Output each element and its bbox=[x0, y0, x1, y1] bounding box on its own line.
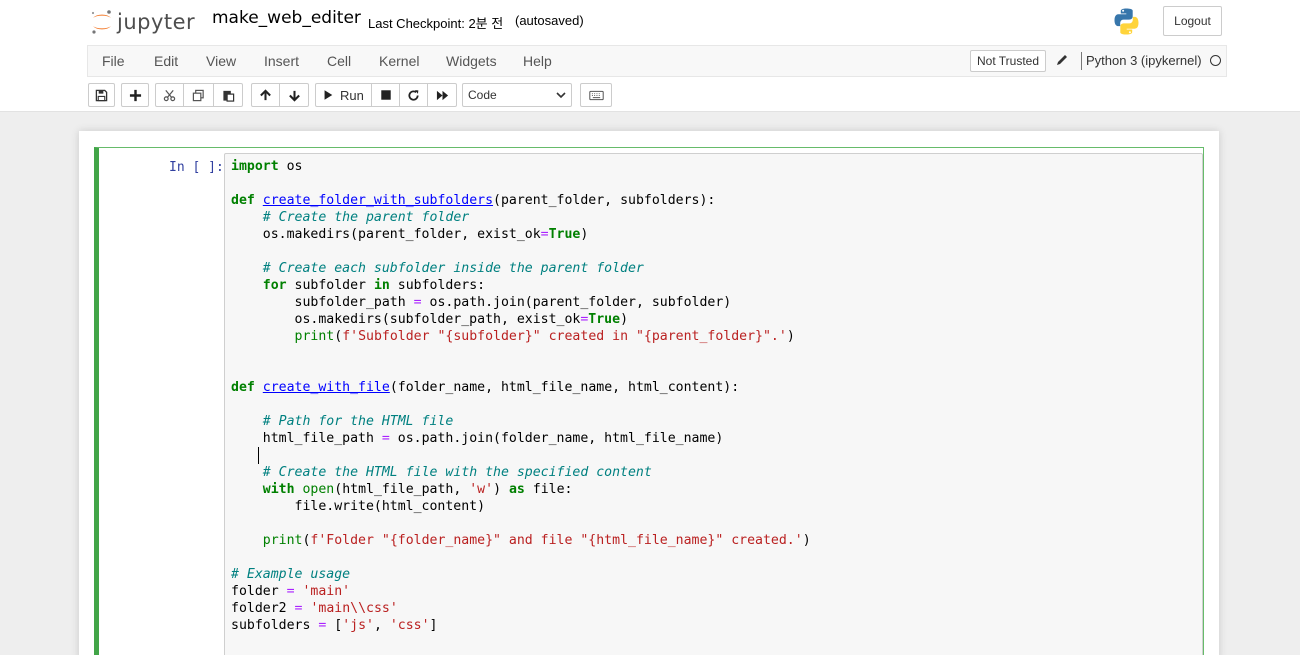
arrow-down-icon bbox=[288, 90, 300, 102]
menu-help[interactable]: Help bbox=[523, 53, 552, 69]
code-line[interactable]: with open(html_file_path, 'w') as file: bbox=[231, 481, 811, 498]
code-line[interactable] bbox=[231, 515, 811, 532]
cut-button[interactable] bbox=[155, 83, 184, 107]
menu-cell[interactable]: Cell bbox=[327, 53, 351, 69]
interrupt-button[interactable] bbox=[371, 83, 400, 107]
cell-type-value: Code bbox=[468, 88, 497, 102]
move-up-button[interactable] bbox=[251, 83, 280, 107]
add-cell-button[interactable] bbox=[121, 83, 149, 107]
code-line[interactable]: subfolders = ['js', 'css'] bbox=[231, 617, 811, 634]
notebook-name[interactable]: make_web_editer bbox=[212, 8, 361, 28]
menu-insert[interactable]: Insert bbox=[264, 53, 299, 69]
code-line[interactable]: os.makedirs(parent_folder, exist_ok=True… bbox=[231, 226, 811, 243]
code-line[interactable]: subfolder_path = os.path.join(parent_fol… bbox=[231, 294, 811, 311]
menu-file[interactable]: File bbox=[102, 53, 125, 69]
chevron-down-icon bbox=[556, 92, 566, 99]
input-prompt: In [ ]: bbox=[169, 160, 224, 175]
code-line[interactable] bbox=[231, 345, 811, 362]
paste-icon bbox=[222, 90, 234, 102]
code-line[interactable]: def create_folder_with_subfolders(parent… bbox=[231, 192, 811, 209]
cut-icon bbox=[163, 89, 176, 101]
menu-edit[interactable]: Edit bbox=[154, 53, 178, 69]
logout-button[interactable]: Logout bbox=[1163, 6, 1222, 36]
copy-icon bbox=[192, 89, 204, 101]
code-line[interactable]: print(f'Subfolder "{subfolder}" created … bbox=[231, 328, 811, 345]
restart-icon bbox=[408, 89, 419, 101]
code-line[interactable] bbox=[231, 175, 811, 192]
restart-button[interactable] bbox=[399, 83, 428, 107]
code-line[interactable] bbox=[231, 447, 811, 464]
menu-view[interactable]: View bbox=[206, 53, 236, 69]
code-line[interactable]: import os bbox=[231, 158, 811, 175]
code-line[interactable]: folder = 'main' bbox=[231, 583, 811, 600]
keyboard-icon bbox=[588, 90, 604, 100]
code-line[interactable] bbox=[231, 396, 811, 413]
arrow-up-icon bbox=[260, 88, 271, 100]
code-line[interactable] bbox=[231, 549, 811, 566]
code-line[interactable] bbox=[231, 362, 811, 379]
code-line[interactable]: html_file_path = os.path.join(folder_nam… bbox=[231, 430, 811, 447]
kernel-divider bbox=[1081, 52, 1082, 70]
stop-icon bbox=[380, 90, 391, 100]
python-logo-icon bbox=[1114, 8, 1139, 35]
copy-button[interactable] bbox=[183, 83, 214, 107]
header: jupyter make_web_editer Last Checkpoint:… bbox=[0, 0, 1300, 112]
jupyter-logo[interactable]: jupyter bbox=[90, 6, 195, 38]
code-cell[interactable]: In [ ]: import os def create_folder_with… bbox=[94, 147, 1204, 655]
run-label: Run bbox=[340, 87, 364, 103]
plus-icon bbox=[129, 89, 141, 101]
kernel-name[interactable]: Python 3 (ipykernel) bbox=[1086, 53, 1202, 68]
code-line[interactable]: # Create the HTML file with the specifie… bbox=[231, 464, 811, 481]
save-icon bbox=[95, 89, 108, 101]
kernel-idle-icon bbox=[1210, 55, 1221, 66]
run-icon bbox=[324, 90, 333, 100]
code-line[interactable]: # Create each subfolder inside the paren… bbox=[231, 260, 811, 277]
menu-widgets[interactable]: Widgets bbox=[446, 53, 497, 69]
code-line[interactable]: # Example usage bbox=[231, 566, 811, 583]
code-content[interactable]: import os def create_folder_with_subfold… bbox=[231, 158, 811, 634]
code-line[interactable]: os.makedirs(subfolder_path, exist_ok=Tru… bbox=[231, 311, 811, 328]
code-line[interactable]: def create_with_file(folder_name, html_f… bbox=[231, 379, 811, 396]
code-line[interactable]: # Path for the HTML file bbox=[231, 413, 811, 430]
save-button[interactable] bbox=[88, 83, 115, 107]
menu-kernel[interactable]: Kernel bbox=[379, 53, 419, 69]
command-palette-button[interactable] bbox=[580, 83, 612, 107]
paste-button[interactable] bbox=[213, 83, 243, 107]
cell-type-select[interactable]: Code bbox=[462, 83, 572, 107]
not-trusted-button[interactable]: Not Trusted bbox=[970, 50, 1047, 72]
run-button[interactable]: Run bbox=[315, 83, 372, 107]
checkpoint-status: Last Checkpoint: 2분 전 bbox=[368, 16, 504, 31]
jupyter-logo-icon bbox=[91, 10, 111, 34]
code-line[interactable] bbox=[231, 243, 811, 260]
pencil-icon[interactable] bbox=[1055, 53, 1069, 67]
restart-run-all-button[interactable] bbox=[427, 83, 457, 107]
code-editor[interactable]: import os def create_folder_with_subfold… bbox=[224, 153, 1203, 655]
code-line[interactable]: # Create the parent folder bbox=[231, 209, 811, 226]
notebook-container: In [ ]: import os def create_folder_with… bbox=[79, 131, 1219, 655]
code-line[interactable]: folder2 = 'main\\css' bbox=[231, 600, 811, 617]
code-line[interactable]: file.write(html_content) bbox=[231, 498, 811, 515]
code-line[interactable]: for subfolder in subfolders: bbox=[231, 277, 811, 294]
fast-forward-icon bbox=[436, 90, 448, 100]
autosave-status: (autosaved) bbox=[515, 13, 584, 28]
move-down-button[interactable] bbox=[279, 83, 309, 107]
menubar: File Edit View Insert Cell Kernel Widget… bbox=[87, 45, 1227, 77]
text-cursor bbox=[258, 447, 259, 464]
logo-text: jupyter bbox=[117, 10, 196, 34]
code-line[interactable]: print(f'Folder "{folder_name}" and file … bbox=[231, 532, 811, 549]
